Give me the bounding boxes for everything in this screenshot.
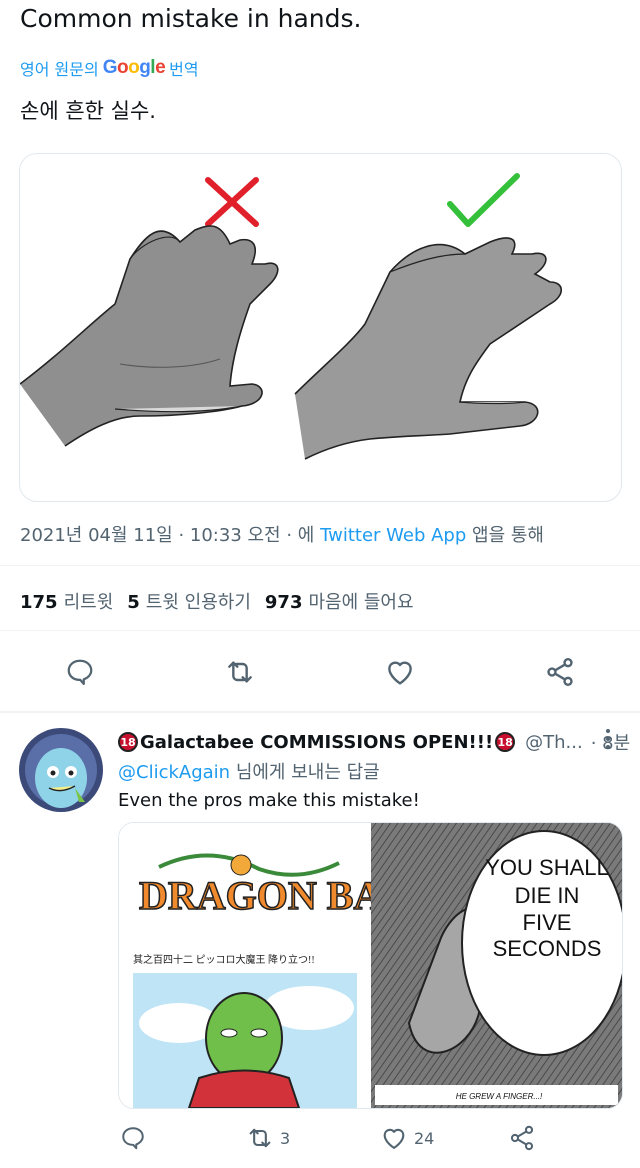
reply-share-button[interactable] — [508, 1120, 536, 1156]
divider — [0, 630, 640, 631]
replying-to-handle[interactable]: @ClickAgain — [118, 762, 230, 783]
source-link[interactable]: Twitter Web App — [320, 525, 466, 546]
reply-like-button[interactable]: 24 — [380, 1120, 434, 1156]
reply-button[interactable] — [60, 652, 100, 692]
translated-text: 손에 흔한 실수. — [20, 99, 156, 123]
retweets-count: 175 — [20, 592, 58, 613]
retweets-label: 리트윗 — [63, 592, 114, 613]
retweets-stat[interactable]: 175 리트윗 — [20, 588, 113, 614]
tweet-stats: 175 리트윗 5 트윗 인용하기 973 마음에 들어요 — [20, 588, 414, 614]
tweet-image[interactable] — [19, 153, 622, 502]
tweet-actions — [0, 652, 640, 692]
share-icon — [510, 1125, 534, 1151]
speech-line: FIVE — [523, 910, 572, 935]
avatar[interactable] — [19, 728, 103, 812]
reply-header: 18 Galactabee COMMISSIONS OPEN!!! 18 @Th… — [118, 729, 630, 755]
more-button[interactable] — [600, 726, 616, 754]
tweet-text: Common mistake in hands. — [20, 4, 362, 33]
timestamp: 2021년 04월 11일 · 10:33 오전 · 에 — [20, 525, 315, 546]
right-mark-icon — [447, 173, 520, 227]
reply-icon — [67, 659, 93, 685]
reply-reply-button[interactable] — [120, 1120, 146, 1156]
wrong-mark-icon — [205, 177, 259, 227]
reply-author-name[interactable]: Galactabee COMMISSIONS OPEN!!! — [140, 732, 493, 753]
like-icon — [383, 1128, 405, 1149]
age-badge-icon: 18 — [495, 732, 516, 752]
manga-panels: DRAGON BALL 其之百四十二 ピッコロ大魔王 降り立つ!! YOU SH… — [119, 823, 622, 1108]
divider — [0, 565, 640, 566]
retweet-icon — [228, 661, 252, 683]
quotes-count: 5 — [127, 592, 140, 613]
left-hand-drawing — [20, 225, 279, 447]
tweet-meta: 2021년 04월 11일 · 10:33 오전 · 에 Twitter Web… — [20, 521, 544, 547]
replying-to-suffix: 님에게 보내는 답글 — [235, 762, 380, 783]
like-button[interactable] — [380, 652, 420, 692]
age-badge-icon: 18 — [118, 732, 138, 752]
reply-icon — [122, 1127, 144, 1150]
retweet-button[interactable] — [220, 652, 260, 692]
translate-suffix: 번역 — [169, 60, 199, 79]
speech-line: SECONDS — [493, 936, 602, 961]
source-suffix: 앱을 통해 — [472, 525, 544, 546]
retweet-count: 3 — [280, 1128, 291, 1148]
reply-actions: 3 24 — [0, 1120, 640, 1156]
google-logo: Google — [102, 57, 166, 78]
panel-caption: HE GREW A FINGER...! — [456, 1092, 543, 1101]
reply-text: Even the pros make this mistake! — [118, 790, 420, 811]
likes-stat[interactable]: 973 마음에 들어요 — [265, 588, 414, 614]
chapter-title: 其之百四十二 ピッコロ大魔王 降り立つ!! — [133, 953, 315, 966]
reply-retweet-button[interactable]: 3 — [246, 1120, 290, 1156]
reply-image[interactable]: DRAGON BALL 其之百四十二 ピッコロ大魔王 降り立つ!! YOU SH… — [118, 822, 623, 1109]
translate-prefix: 영어 원문의 — [20, 60, 99, 79]
replying-to: @ClickAgain 님에게 보내는 답글 — [118, 758, 380, 784]
share-button[interactable] — [540, 652, 580, 692]
share-icon — [547, 658, 573, 686]
divider — [0, 711, 640, 713]
speech-line: DIE IN — [515, 883, 580, 908]
translation-label[interactable]: 영어 원문의 Google 번역 — [20, 56, 199, 80]
hands-illustration — [20, 173, 563, 460]
likes-count: 973 — [264, 592, 303, 613]
like-count: 24 — [414, 1128, 435, 1148]
quotes-label: 트윗 인용하기 — [145, 592, 251, 613]
like-icon — [388, 661, 412, 685]
reply-author-handle[interactable]: @Th... — [525, 732, 583, 753]
retweet-icon — [249, 1128, 271, 1148]
more-icon — [606, 729, 610, 749]
likes-label: 마음에 들어요 — [308, 592, 414, 613]
quotes-stat[interactable]: 5 트윗 인용하기 — [127, 588, 251, 614]
right-hand-drawing — [294, 237, 563, 460]
avatar-image — [19, 728, 103, 812]
speech-line: YOU SHALL — [485, 855, 609, 880]
